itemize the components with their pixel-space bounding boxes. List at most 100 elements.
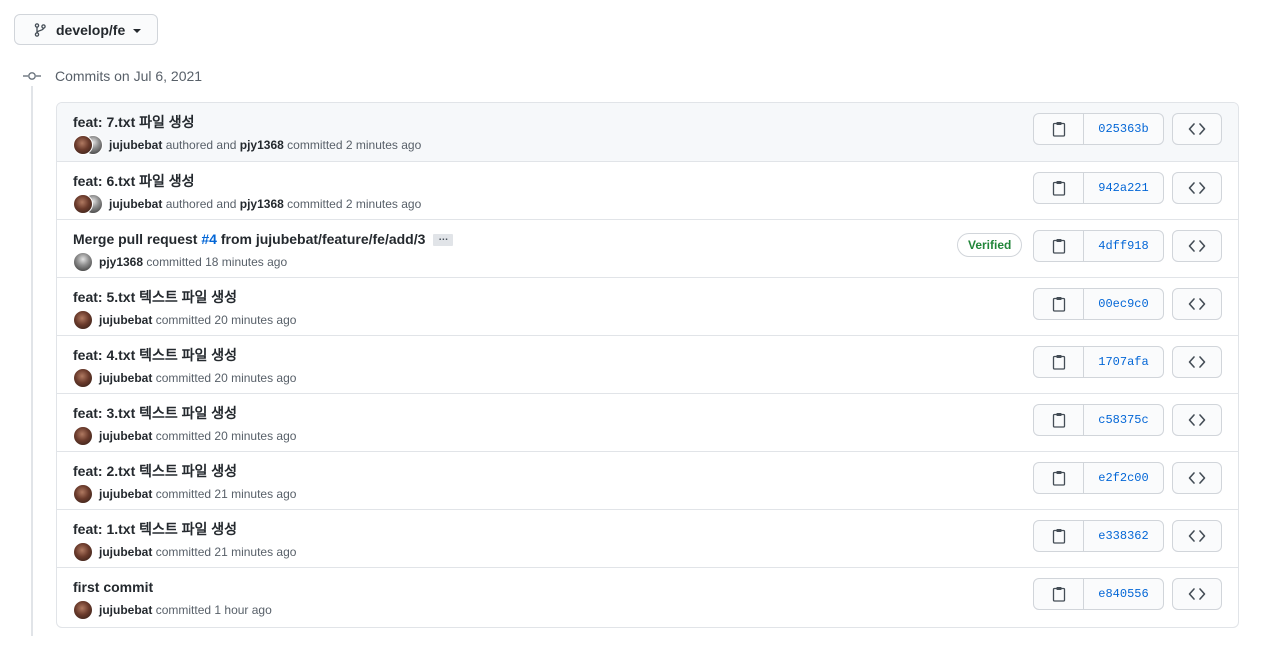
commit-author-link[interactable]: jujubebat [109,197,162,211]
commit-committer-link[interactable]: jujubebat [99,487,152,501]
avatar[interactable] [73,426,93,446]
code-icon [1188,182,1206,194]
browse-files-button[interactable] [1172,230,1222,262]
avatar-stack [73,600,93,620]
commit-row: feat: 3.txt 텍스트 파일 생성 jujubebat committe… [57,393,1238,451]
commit-sha-link[interactable]: 942a221 [1084,173,1163,203]
commit-sha-link[interactable]: e2f2c00 [1084,463,1163,493]
avatar[interactable] [73,542,93,562]
commit-sha-group: c58375c [1033,404,1164,436]
commit-committer-link[interactable]: jujubebat [99,371,152,385]
commit-sha-group: 942a221 [1033,172,1164,204]
commit-time[interactable]: 20 minutes ago [214,371,296,385]
copy-sha-button[interactable] [1034,521,1084,551]
code-icon [1188,298,1206,310]
commit-sha-link[interactable]: e338362 [1084,521,1163,551]
browse-files-button[interactable] [1172,520,1222,552]
committed-label: committed [287,197,343,211]
commit-title-text[interactable]: Merge pull request [73,231,201,247]
commit-time[interactable]: 21 minutes ago [214,545,296,559]
commit-title[interactable]: feat: 2.txt 텍스트 파일 생성 [73,462,237,480]
avatar[interactable] [73,484,93,504]
commit-committer-link[interactable]: jujubebat [99,429,152,443]
commit-author-link[interactable]: jujubebat [109,138,162,152]
avatar[interactable] [73,368,93,388]
copy-sha-button[interactable] [1034,173,1084,203]
copy-sha-button[interactable] [1034,114,1084,144]
commit-sha-link[interactable]: 1707afa [1084,347,1163,377]
commit-sha-link[interactable]: 00ec9c0 [1084,289,1163,319]
avatar[interactable] [73,252,93,272]
commit-time[interactable]: 18 minutes ago [205,255,287,269]
commit-title[interactable]: feat: 4.txt 텍스트 파일 생성 [73,346,237,364]
verified-badge[interactable]: Verified [957,233,1023,257]
avatar-stack [73,310,93,330]
commit-title[interactable]: feat: 3.txt 텍스트 파일 생성 [73,404,237,422]
avatar[interactable] [73,600,93,620]
commit-row: feat: 5.txt 텍스트 파일 생성 jujubebat committe… [57,277,1238,335]
browse-files-button[interactable] [1172,404,1222,436]
commit-title[interactable]: first commit [73,578,153,596]
commit-title[interactable]: feat: 5.txt 텍스트 파일 생성 [73,288,237,306]
commit-time[interactable]: 20 minutes ago [214,429,296,443]
clipboard-icon [1052,181,1065,196]
commit-meta: jujubebat committed 21 minutes ago [73,484,296,504]
avatar-stack [73,194,103,214]
commit-time[interactable]: 20 minutes ago [214,313,296,327]
commit-committer-link[interactable]: pjy1368 [99,255,143,269]
code-icon [1188,356,1206,368]
commit-meta: jujubebat authored and pjy1368 committed… [73,194,421,214]
code-icon [1188,123,1206,135]
code-icon [1188,530,1206,542]
copy-sha-button[interactable] [1034,405,1084,435]
browse-files-button[interactable] [1172,346,1222,378]
browse-files-button[interactable] [1172,113,1222,145]
browse-files-button[interactable] [1172,462,1222,494]
commit-title[interactable]: feat: 1.txt 텍스트 파일 생성 [73,520,237,538]
commit-time[interactable]: 21 minutes ago [214,487,296,501]
commit-sha-link[interactable]: 025363b [1084,114,1163,144]
commit-title-text[interactable]: from jujubebat/feature/fe/add/3 [217,231,426,247]
browse-files-button[interactable] [1172,288,1222,320]
commit-meta: jujubebat committed 21 minutes ago [73,542,296,562]
expand-message-button[interactable]: … [433,233,454,247]
pull-request-link[interactable]: #4 [201,231,217,247]
commit-row: feat: 1.txt 텍스트 파일 생성 jujubebat committe… [57,509,1238,567]
commit-time[interactable]: 1 hour ago [214,603,271,617]
copy-sha-button[interactable] [1034,579,1084,609]
avatar[interactable] [73,310,93,330]
clipboard-icon [1052,413,1065,428]
copy-sha-button[interactable] [1034,289,1084,319]
commit-committer-link[interactable]: jujubebat [99,545,152,559]
commit-committer-link[interactable]: jujubebat [99,603,152,617]
committed-label: committed [287,138,343,152]
commit-time[interactable]: 2 minutes ago [346,138,421,152]
commit-title[interactable]: feat: 6.txt 파일 생성 [73,172,195,190]
commit-meta: jujubebat committed 1 hour ago [73,600,272,620]
commit-title[interactable]: feat: 7.txt 파일 생성 [73,113,195,131]
branch-select-button[interactable]: develop/fe [14,14,158,45]
commit-sha-group: 4dff918 [1033,230,1164,262]
commit-sha-link[interactable]: 4dff918 [1084,231,1163,261]
commit-sha-link[interactable]: e840556 [1084,579,1163,609]
browse-files-button[interactable] [1172,172,1222,204]
committed-label: committed [155,603,212,617]
commit-meta: jujubebat committed 20 minutes ago [73,368,296,388]
commit-time[interactable]: 2 minutes ago [346,197,421,211]
commit-committer-link[interactable]: pjy1368 [240,138,284,152]
commit-committer-link[interactable]: pjy1368 [240,197,284,211]
commit-row: first commit jujubebat committed 1 hour … [57,567,1238,625]
avatar[interactable] [73,194,93,214]
code-icon [1188,472,1206,484]
commit-list: feat: 7.txt 파일 생성 jujubebat authored and… [56,102,1239,628]
avatar-stack [73,542,93,562]
commit-title[interactable]: Merge pull request #4 from jujubebat/fea… [73,230,454,248]
commit-committer-link[interactable]: jujubebat [99,313,152,327]
browse-files-button[interactable] [1172,578,1222,610]
avatar[interactable] [73,135,93,155]
copy-sha-button[interactable] [1034,347,1084,377]
git-branch-icon [34,22,46,37]
copy-sha-button[interactable] [1034,463,1084,493]
copy-sha-button[interactable] [1034,231,1084,261]
commit-sha-link[interactable]: c58375c [1084,405,1163,435]
